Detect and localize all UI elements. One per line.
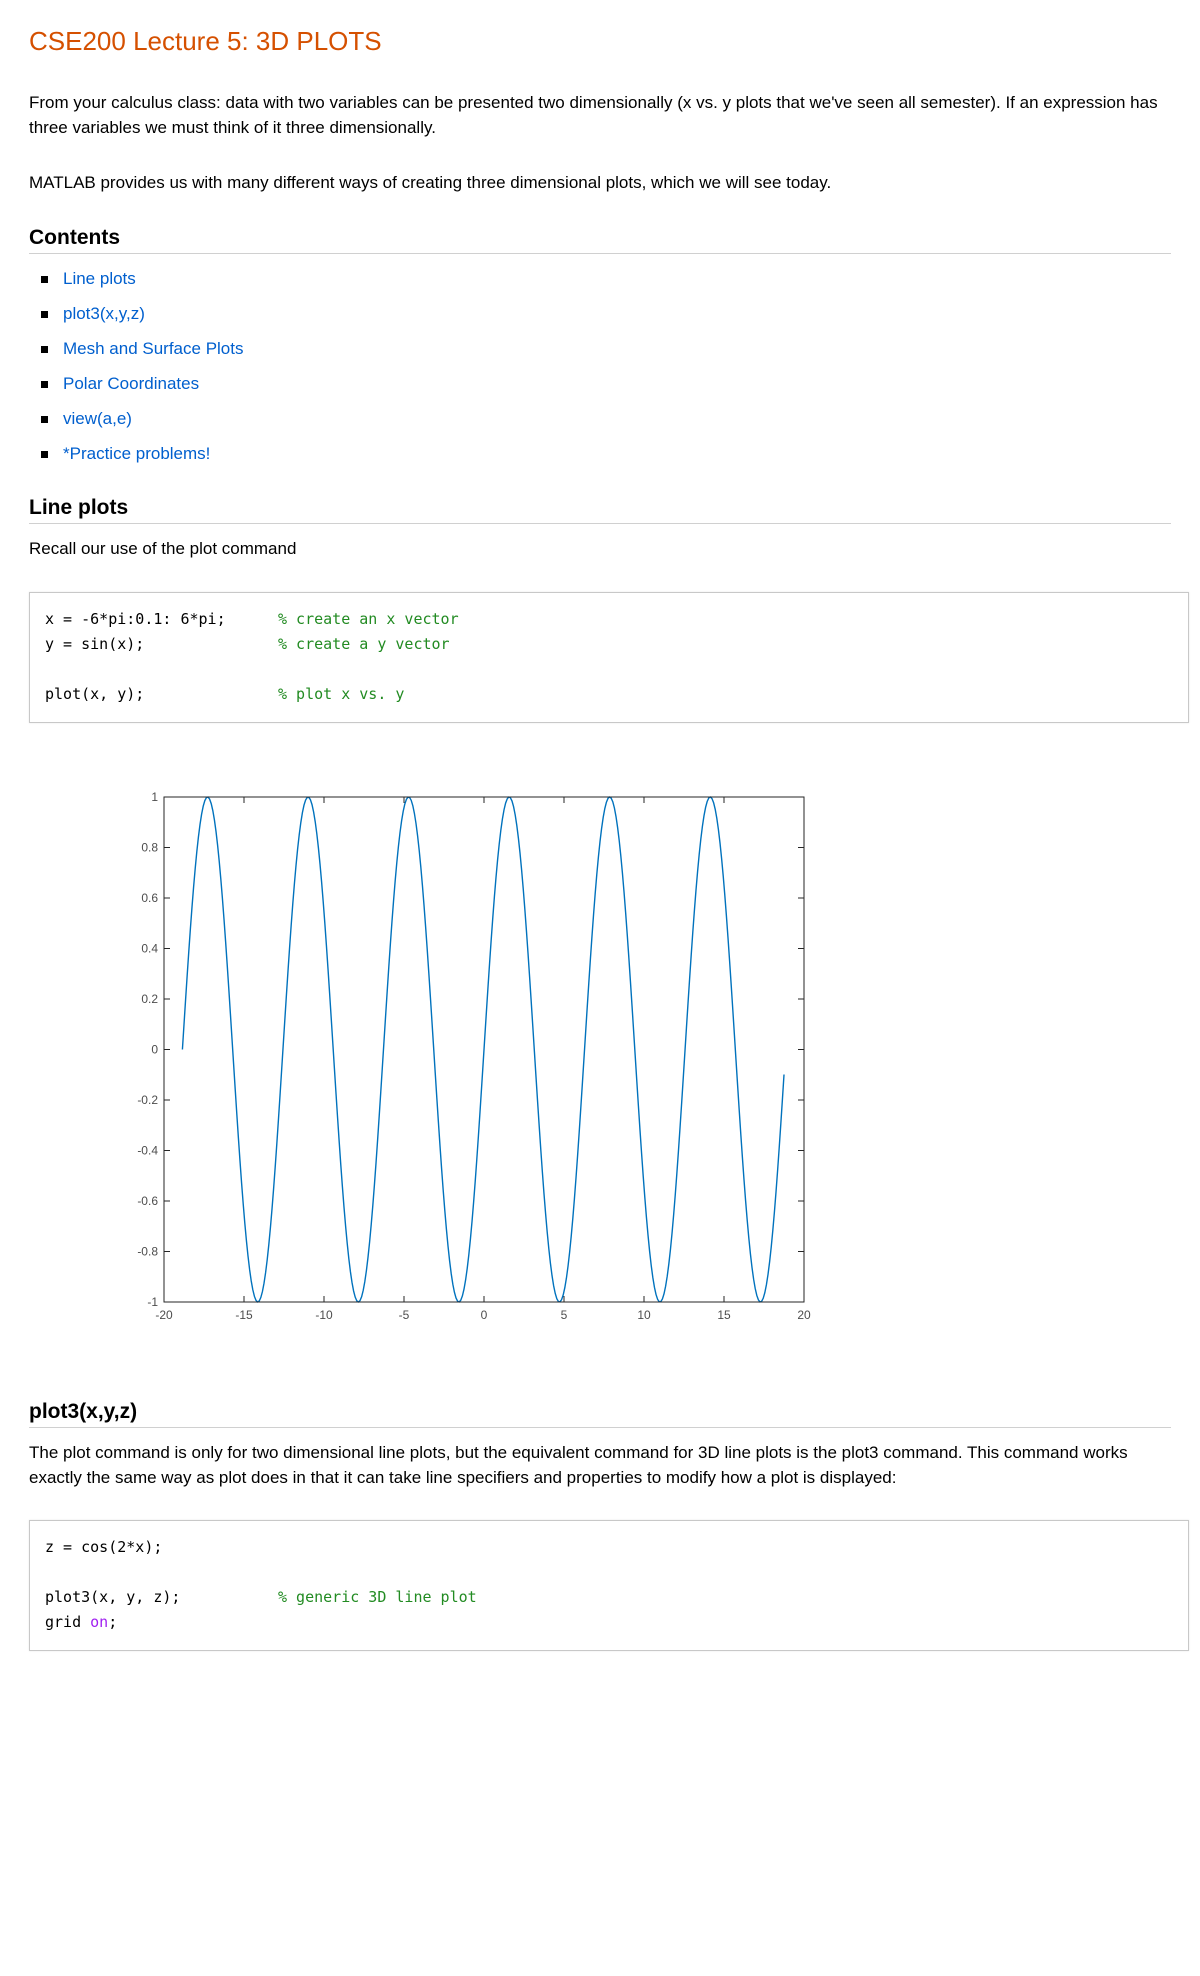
toc-link-view[interactable]: view(a,e)	[63, 409, 132, 428]
x-tick-label: 15	[717, 1308, 731, 1322]
code-block-plot3[interactable]: z = cos(2*x); plot3(x, y, z);% generic 3…	[29, 1520, 1189, 1651]
x-tick-label: 0	[481, 1308, 488, 1322]
code-line: y = sin(x);% create a y vector	[45, 632, 1188, 657]
x-tick-label: -20	[155, 1308, 173, 1322]
y-tick-label: 0.6	[141, 891, 158, 905]
x-tick-label: 10	[637, 1308, 651, 1322]
toc-link-plot3[interactable]: plot3(x,y,z)	[63, 304, 145, 323]
toc-link-polar[interactable]: Polar Coordinates	[63, 374, 199, 393]
x-tick-label: -10	[315, 1308, 333, 1322]
y-tick-label: 0	[151, 1043, 158, 1057]
code-line: grid on;	[45, 1613, 118, 1631]
toc-link-line-plots[interactable]: Line plots	[63, 269, 136, 288]
series-line-sin	[181, 796, 785, 1303]
intro-paragraph-1: From your calculus class: data with two …	[29, 93, 1158, 137]
contents-item: Line plots	[29, 268, 243, 303]
contents-item: Mesh and Surface Plots	[29, 338, 243, 373]
x-tick-label: 20	[797, 1308, 811, 1322]
code-line: plot(x, y);% plot x vs. y	[45, 682, 1188, 707]
code-block-line-plots[interactable]: x = -6*pi:0.1: 6*pi;% create an x vector…	[29, 592, 1189, 723]
y-tick-label: 0.4	[141, 942, 158, 956]
x-tick-label: -5	[399, 1308, 410, 1322]
y-tick-label: 0.2	[141, 992, 158, 1006]
code-comment: % plot x vs. y	[278, 685, 405, 703]
contents-list: Line plots plot3(x,y,z) Mesh and Surface…	[29, 268, 243, 478]
y-tick-label: 1	[151, 790, 158, 804]
plot3-text: The plot command is only for two dimensi…	[29, 1443, 1128, 1487]
code-line: x = -6*pi:0.1: 6*pi;% create an x vector	[45, 607, 1188, 632]
contents-heading: Contents	[29, 226, 1171, 254]
y-tick-label: 0.8	[141, 841, 158, 855]
code-comment: % create an x vector	[278, 610, 459, 628]
sine-line-chart: -20 -15 -10 -5 0 5 10 15 20 1 0.8 0.6 0.4 0.2 0 -0.2 -0.…	[137, 790, 811, 1322]
page-title: CSE200 Lecture 5: 3D PLOTS	[29, 26, 382, 56]
code-comment: % create a y vector	[278, 635, 450, 653]
line-plots-heading: Line plots	[29, 496, 1171, 524]
intro-paragraph-2: MATLAB provides us with many different w…	[29, 173, 832, 192]
chart-tick-labels: -20 -15 -10 -5 0 5 10 15 20 1 0.8 0.6 0.4 0.2 0 -0.2 -0.…	[137, 790, 811, 1322]
contents-item: Polar Coordinates	[29, 373, 243, 408]
y-tick-label: -1	[147, 1295, 158, 1309]
code-line: plot3(x, y, z);% generic 3D line plot	[45, 1585, 1188, 1610]
toc-link-practice[interactable]: *Practice problems!	[63, 444, 210, 463]
y-tick-label: -0.6	[137, 1194, 158, 1208]
plot3-heading: plot3(x,y,z)	[29, 1400, 1171, 1428]
code-comment: % generic 3D line plot	[278, 1588, 477, 1606]
code-line: z = cos(2*x);	[45, 1538, 163, 1556]
contents-item: plot3(x,y,z)	[29, 303, 243, 338]
x-tick-label: -15	[235, 1308, 253, 1322]
contents-item: view(a,e)	[29, 408, 243, 443]
y-tick-label: -0.2	[137, 1093, 158, 1107]
code-keyword: on	[90, 1613, 109, 1631]
y-tick-label: -0.8	[137, 1245, 158, 1259]
line-plots-text: Recall our use of the plot command	[29, 539, 297, 558]
y-tick-label: -0.4	[137, 1144, 158, 1158]
toc-link-mesh-surface[interactable]: Mesh and Surface Plots	[63, 339, 243, 358]
contents-item: *Practice problems!	[29, 443, 243, 478]
x-tick-label: 5	[561, 1308, 568, 1322]
